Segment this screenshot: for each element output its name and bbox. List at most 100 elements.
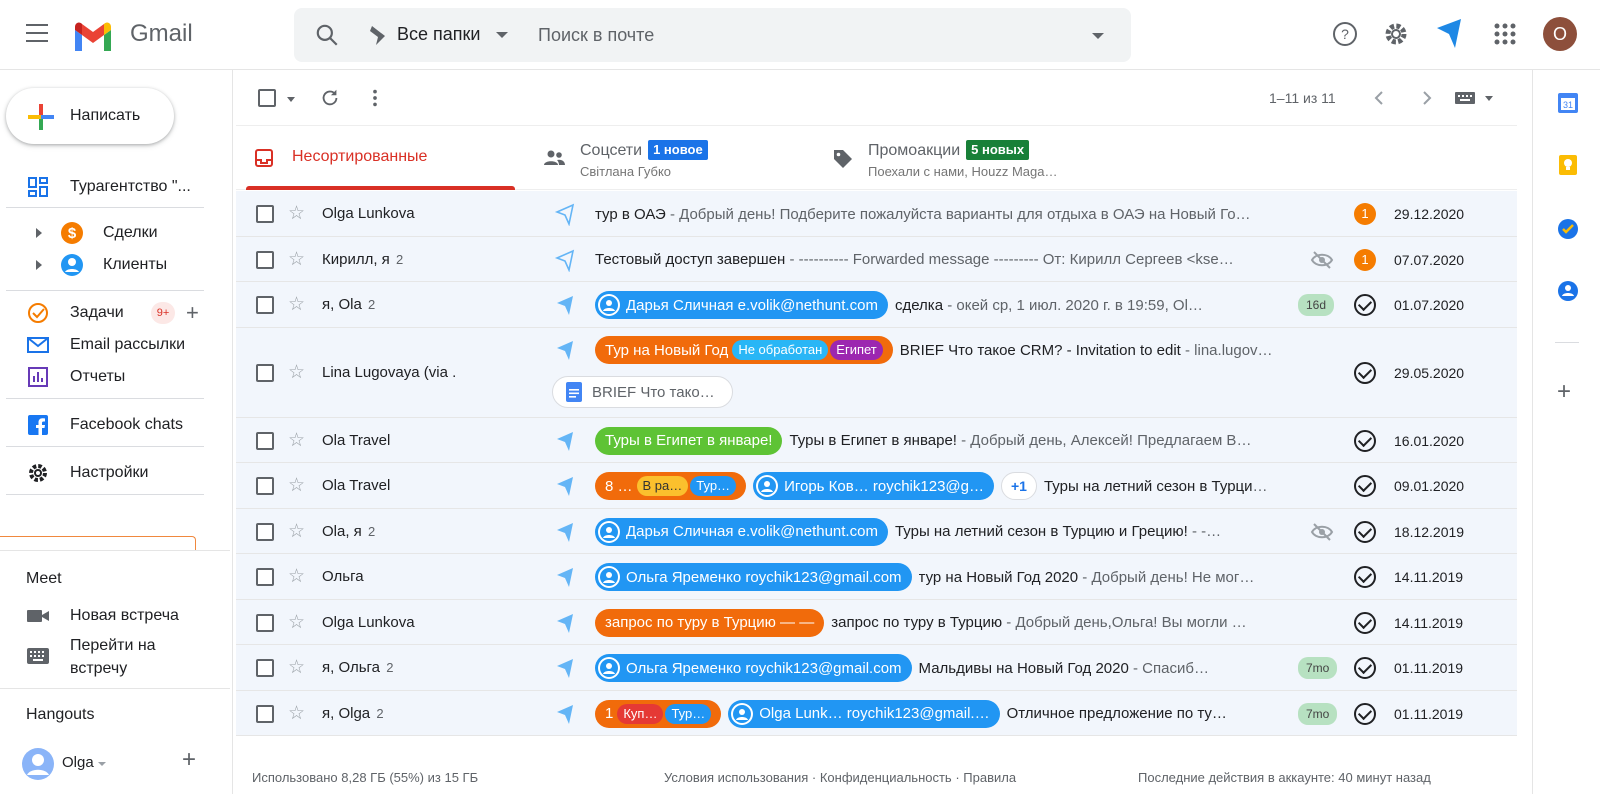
not-tracked-eye-icon[interactable] xyxy=(1310,522,1334,542)
account-activity[interactable]: Последние действия в аккаунте: 40 минут … xyxy=(1138,770,1431,785)
new-conversation-icon[interactable]: + xyxy=(182,746,196,774)
row-checkbox[interactable] xyxy=(256,431,274,450)
done-check-icon[interactable] xyxy=(1354,429,1376,452)
row-checkbox[interactable] xyxy=(256,659,274,677)
settings-gear-icon[interactable] xyxy=(1382,20,1410,48)
done-check-icon[interactable] xyxy=(1354,520,1376,543)
row-checkbox[interactable] xyxy=(256,250,274,269)
main-menu-icon[interactable] xyxy=(26,24,48,42)
tab-primary[interactable]: Несортированные xyxy=(236,126,526,190)
input-tools-icon[interactable] xyxy=(1454,88,1498,108)
done-check-icon[interactable] xyxy=(1354,475,1376,497)
row-checkbox[interactable] xyxy=(256,205,274,223)
hangouts-user-name[interactable]: Olga xyxy=(62,754,94,771)
tracking-icon[interactable] xyxy=(554,611,576,635)
star-icon[interactable]: ☆ xyxy=(288,567,308,587)
nethunt-logo-icon[interactable] xyxy=(1434,16,1464,50)
sidebar-item-deals[interactable]: $ Сделки xyxy=(0,218,210,248)
tab-social[interactable]: Соцсети 1 новое Світлана Губко xyxy=(526,126,816,190)
star-icon[interactable]: ☆ xyxy=(288,612,308,633)
email-row[interactable]: ☆ я, Ольга 2 Ольга Яременко roychik123@gma… xyxy=(236,645,1517,691)
select-all-checkbox[interactable] xyxy=(258,89,276,107)
star-icon[interactable]: ☆ xyxy=(288,204,308,224)
done-check-icon[interactable] xyxy=(1354,294,1376,316)
add-task-icon[interactable]: + xyxy=(186,302,199,324)
done-check-icon[interactable] xyxy=(1354,362,1376,384)
contact-chip[interactable]: Дарья Сличная e.volik@nethunt.com xyxy=(595,517,888,546)
email-row[interactable]: ☆ Ola Travel Туры в Египет в январе! Туры в… xyxy=(236,418,1517,463)
star-icon[interactable]: ☆ xyxy=(288,430,308,451)
email-row[interactable]: ☆ я, Olga 2 1 Куп… Тур… Olga Lunk… roychik123… xyxy=(236,691,1517,736)
attachment-chip[interactable]: BRIEF Что тако… xyxy=(552,376,733,408)
deal-chip[interactable]: Тур на Новый Год Не обработан Египет xyxy=(595,336,893,364)
email-row[interactable]: ☆ Olga Lunkova тур в ОАЭ - Добрый день! По… xyxy=(236,191,1517,237)
not-tracked-eye-icon[interactable] xyxy=(1310,250,1334,270)
more-options-icon[interactable] xyxy=(364,87,386,109)
help-icon[interactable]: ? xyxy=(1331,20,1359,48)
contact-chip[interactable]: Ольга Яременко roychik123@gmail.com xyxy=(595,563,912,591)
star-icon[interactable]: ☆ xyxy=(288,249,308,270)
tab-promotions[interactable]: Промоакции 5 новых Поехали с нами, Houzz … xyxy=(816,126,1116,190)
tracking-icon[interactable] xyxy=(554,656,576,680)
row-checkbox[interactable] xyxy=(256,613,274,632)
tracking-icon[interactable] xyxy=(554,429,576,453)
unread-count-badge[interactable]: 1 xyxy=(1354,203,1376,225)
expand-icon[interactable] xyxy=(36,228,42,238)
deal-chip[interactable]: 1 Куп… Тур… xyxy=(595,699,722,728)
deal-chip[interactable]: 8 … В ра… Тур… xyxy=(595,472,747,500)
unread-count-badge[interactable]: 1 xyxy=(1354,248,1376,271)
star-icon[interactable]: ☆ xyxy=(288,703,308,724)
done-check-icon[interactable] xyxy=(1354,611,1376,634)
done-check-icon[interactable] xyxy=(1354,566,1376,588)
sidebar-item-clients[interactable]: Клиенты xyxy=(0,250,210,280)
contact-chip[interactable]: Ольга Яременко roychik123@gmail.com xyxy=(595,654,912,682)
email-row[interactable]: ☆ Ola, я 2 Дарья Сличная e.volik@nethunt.c… xyxy=(236,509,1517,554)
tracking-icon[interactable] xyxy=(554,474,576,498)
calendar-icon[interactable]: 31 xyxy=(1557,92,1579,114)
folder-dropdown-icon[interactable] xyxy=(496,32,508,38)
contact-chip[interactable]: Дарья Сличная e.volik@nethunt.com xyxy=(595,291,888,319)
search-input[interactable] xyxy=(538,18,1058,52)
status-dropdown-icon[interactable] xyxy=(98,762,106,766)
sidebar-item-facebook-chats[interactable]: Facebook chats xyxy=(0,410,210,440)
account-avatar[interactable]: O xyxy=(1543,17,1577,51)
tasks-icon[interactable] xyxy=(1557,218,1579,240)
search-bar[interactable]: Все папки xyxy=(294,8,1131,62)
sidebar-item-tasks[interactable]: Задачи 9+ + xyxy=(0,298,210,328)
expand-icon[interactable] xyxy=(36,260,42,270)
chevron-right-icon[interactable] xyxy=(1416,88,1436,108)
search-icon[interactable] xyxy=(314,22,340,48)
keep-icon[interactable] xyxy=(1557,154,1579,176)
sidebar-item-email-campaigns[interactable]: Email рассылки xyxy=(0,330,210,360)
refresh-icon[interactable] xyxy=(319,87,341,109)
email-row[interactable]: ☆ Olga Lunkova запрос по туру в Турцию — —… xyxy=(236,600,1517,645)
row-checkbox[interactable] xyxy=(256,522,274,541)
star-icon[interactable]: ☆ xyxy=(288,658,308,678)
tracking-icon[interactable] xyxy=(554,702,576,726)
contact-chip[interactable]: Игорь Ков… roychik123@g… xyxy=(753,472,994,500)
tracking-outline-icon[interactable] xyxy=(554,202,576,226)
sidebar-item-agency[interactable]: Турагентство "... xyxy=(0,172,210,202)
user-avatar[interactable] xyxy=(22,748,54,780)
done-check-icon[interactable] xyxy=(1354,657,1376,679)
email-row[interactable]: ☆ Кирилл, я 2 Тестовый доступ завершен - -… xyxy=(236,237,1517,282)
done-check-icon[interactable] xyxy=(1354,702,1376,725)
row-checkbox[interactable] xyxy=(256,704,274,723)
apps-grid-icon[interactable] xyxy=(1491,20,1519,48)
add-addon-icon[interactable]: + xyxy=(1557,380,1571,404)
row-checkbox[interactable] xyxy=(256,296,274,314)
star-icon[interactable]: ☆ xyxy=(288,521,308,542)
gmail-logo-icon[interactable] xyxy=(72,20,114,52)
tracking-icon[interactable] xyxy=(554,293,576,317)
sidebar-item-settings[interactable]: Настройки xyxy=(0,458,210,488)
row-checkbox[interactable] xyxy=(256,477,274,495)
tracking-outline-icon[interactable] xyxy=(554,248,576,272)
contact-chip[interactable]: Olga Lunk… roychik123@gmail.… xyxy=(728,699,1000,728)
row-checkbox[interactable] xyxy=(256,568,274,586)
star-icon[interactable]: ☆ xyxy=(288,295,308,315)
row-checkbox[interactable] xyxy=(256,364,274,382)
tracking-icon[interactable] xyxy=(554,565,576,589)
deal-chip[interactable]: запрос по туру в Турцию — — xyxy=(595,608,825,637)
tracking-icon[interactable] xyxy=(554,338,576,362)
footer-links[interactable]: Условия использования · Конфиденциальнос… xyxy=(664,770,1016,785)
